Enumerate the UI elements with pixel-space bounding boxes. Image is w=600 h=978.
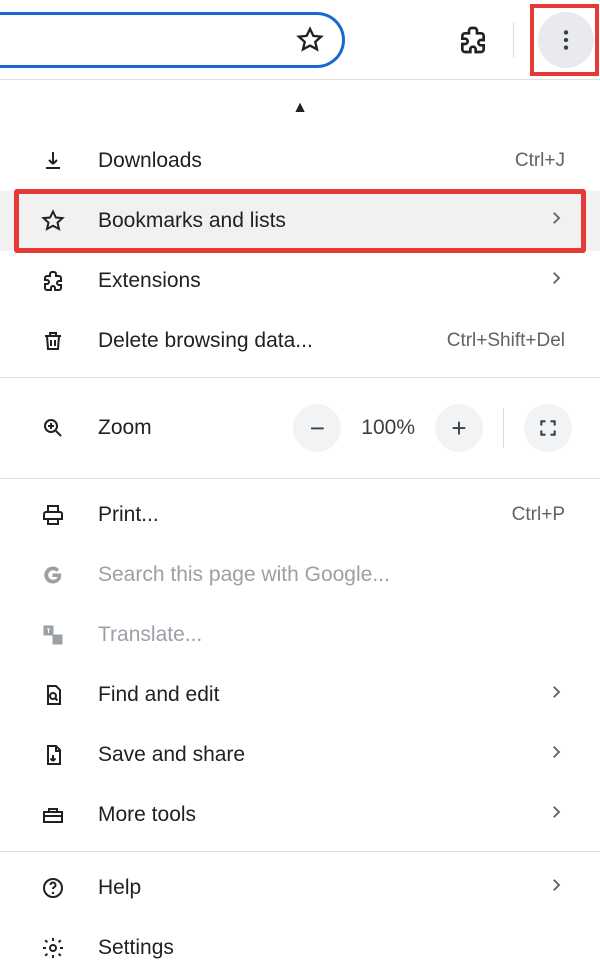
puzzle-icon[interactable]: [457, 24, 489, 56]
menu-item-search-page[interactable]: Search this page with Google...: [0, 545, 600, 605]
menu-separator: [0, 851, 600, 852]
menu-label: Settings: [98, 936, 565, 960]
divider: [503, 408, 504, 448]
menu-item-find-edit[interactable]: Find and edit: [0, 665, 600, 725]
chevron-right-icon: [547, 743, 565, 767]
menu-item-extensions[interactable]: Extensions: [0, 251, 600, 311]
highlight-box: [530, 4, 599, 76]
menu-zoom-row: Zoom − 100% +: [0, 384, 600, 472]
find-in-page-icon: [40, 683, 66, 707]
menu-item-print[interactable]: Print... Ctrl+P: [0, 485, 600, 545]
translate-icon: [40, 623, 66, 647]
chevron-right-icon: [547, 269, 565, 293]
chevron-right-icon: [547, 683, 565, 707]
menu-item-delete-data[interactable]: Delete browsing data... Ctrl+Shift+Del: [0, 311, 600, 371]
menu-label: Find and edit: [98, 683, 515, 707]
star-icon[interactable]: [294, 24, 326, 56]
menu-label: Delete browsing data...: [98, 329, 415, 353]
menu-item-help[interactable]: Help: [0, 858, 600, 918]
menu-arrow-icon: ▲: [0, 80, 600, 130]
toolbox-icon: [40, 803, 66, 827]
menu-item-translate[interactable]: Translate...: [0, 605, 600, 665]
zoom-label: Zoom: [98, 416, 261, 440]
zoom-icon: [40, 416, 66, 440]
chevron-right-icon: [547, 209, 565, 233]
menu-label: Search this page with Google...: [98, 563, 565, 587]
puzzle-icon: [40, 269, 66, 293]
menu-item-settings[interactable]: Settings: [0, 918, 600, 978]
menu-separator: [0, 478, 600, 479]
menu-label: Print...: [98, 503, 480, 527]
trash-icon: [40, 329, 66, 353]
menu-label: Extensions: [98, 269, 515, 293]
zoom-in-button[interactable]: +: [435, 404, 483, 452]
gear-icon: [40, 936, 66, 960]
zoom-out-button[interactable]: −: [293, 404, 341, 452]
menu-item-bookmarks[interactable]: Bookmarks and lists: [0, 191, 600, 251]
menu-label: Bookmarks and lists: [98, 209, 515, 233]
toolbar-divider: [513, 22, 514, 58]
menu-accelerator: Ctrl+P: [512, 504, 565, 526]
file-download-icon: [40, 743, 66, 767]
zoom-value: 100%: [355, 416, 421, 440]
address-bar[interactable]: [0, 12, 345, 68]
star-icon: [40, 209, 66, 233]
chevron-right-icon: [547, 803, 565, 827]
menu-label: Downloads: [98, 149, 483, 173]
menu-accelerator: Ctrl+Shift+Del: [447, 330, 565, 352]
print-icon: [40, 503, 66, 527]
browser-toolbar: [0, 0, 600, 80]
menu-separator: [0, 377, 600, 378]
download-icon: [40, 149, 66, 173]
menu-item-downloads[interactable]: Downloads Ctrl+J: [0, 131, 600, 191]
menu-label: More tools: [98, 803, 515, 827]
fullscreen-button[interactable]: [524, 404, 572, 452]
help-icon: [40, 876, 66, 900]
menu-item-more-tools[interactable]: More tools: [0, 785, 600, 845]
menu-label: Translate...: [98, 623, 565, 647]
menu-item-save-share[interactable]: Save and share: [0, 725, 600, 785]
menu-label: Help: [98, 876, 515, 900]
chevron-right-icon: [547, 876, 565, 900]
menu-accelerator: Ctrl+J: [515, 150, 565, 172]
browser-menu: Downloads Ctrl+J Bookmarks and lists Ext…: [0, 130, 600, 978]
google-icon: [40, 563, 66, 587]
menu-label: Save and share: [98, 743, 515, 767]
